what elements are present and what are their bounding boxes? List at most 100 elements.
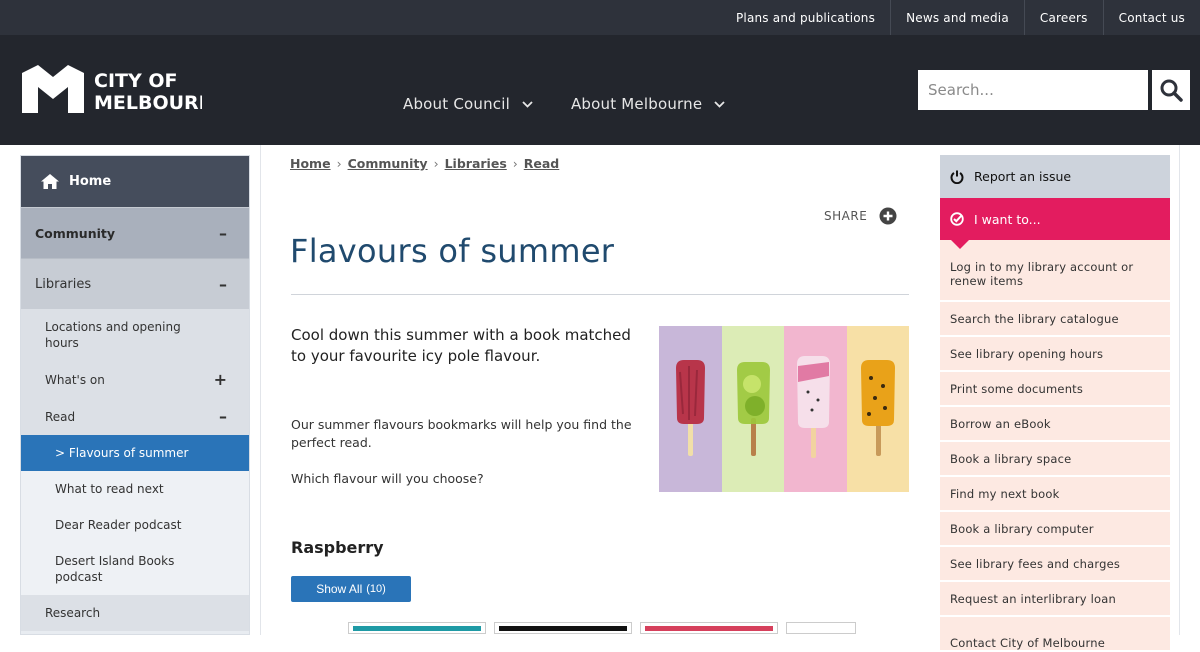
breadcrumb-separator: ›: [336, 156, 342, 171]
share-button[interactable]: SHARE: [824, 207, 897, 225]
icy-pole-panel-yellow: [846, 326, 909, 492]
breadcrumb-separator: ›: [512, 156, 518, 171]
show-all-count: (10): [366, 583, 386, 595]
site-header: CITY OF MELBOURNE About Council About Me…: [0, 35, 1200, 145]
report-issue-button[interactable]: Report an issue: [940, 155, 1170, 198]
link-search-catalogue[interactable]: Search the library catalogue: [940, 302, 1170, 337]
link-book-computer[interactable]: Book a library computer: [940, 512, 1170, 547]
chevron-down-icon: [714, 100, 725, 108]
body-text: Our summer flavours bookmarks will help …: [291, 416, 641, 506]
icy-pole-raspberry-icon: [676, 360, 705, 456]
search-button[interactable]: [1152, 70, 1190, 110]
breadcrumb-community[interactable]: Community: [348, 156, 428, 171]
sidebar-item-label: Read: [45, 409, 76, 424]
nav-about-melbourne-label: About Melbourne: [570, 95, 703, 113]
book-cover[interactable]: [786, 622, 856, 634]
sidebar-item-whats-on[interactable]: What's on +: [21, 361, 249, 398]
nav-about-melbourne[interactable]: About Melbourne: [571, 95, 725, 113]
logo-text-line2: MELBOURNE: [94, 92, 202, 114]
chevron-down-icon: [522, 100, 533, 108]
icy-pole-panel-green: [721, 326, 784, 492]
link-print-documents[interactable]: Print some documents: [940, 372, 1170, 407]
sidebar-item-read[interactable]: Read –: [21, 398, 249, 435]
plus-circle-icon: [879, 207, 897, 225]
utility-bar: Plans and publications News and media Ca…: [0, 0, 1200, 35]
sidebar-item-dear-reader[interactable]: Dear Reader podcast: [21, 507, 249, 543]
collapse-icon[interactable]: –: [219, 275, 227, 294]
sidebar-item-label: Locations and opening hours: [45, 320, 181, 350]
city-of-melbourne-logo[interactable]: CITY OF MELBOURNE: [22, 65, 202, 115]
search-input[interactable]: [918, 70, 1148, 110]
utility-link-careers[interactable]: Careers: [1023, 0, 1103, 35]
link-interlibrary-loan[interactable]: Request an interlibrary loan: [940, 582, 1170, 617]
title-divider: [291, 294, 909, 295]
icy-pole-panel-purple: [659, 326, 722, 492]
breadcrumb-read[interactable]: Read: [524, 156, 560, 171]
sidebar-item-label: What's on: [45, 372, 105, 387]
link-contact-city[interactable]: Contact City of Melbourne: [940, 617, 1170, 652]
show-all-button[interactable]: Show All (10): [291, 576, 411, 602]
icy-pole-passionfruit-icon: [860, 360, 895, 456]
breadcrumb: Home › Community › Libraries › Read: [290, 156, 559, 171]
utility-nav: Plans and publications News and media Ca…: [721, 0, 1200, 35]
icy-pole-panel-pink: [784, 326, 847, 492]
sidebar-item-home-label: Home: [69, 174, 112, 189]
sidebar-item-label: > Flavours of summer: [55, 446, 189, 460]
link-borrow-ebook[interactable]: Borrow an eBook: [940, 407, 1170, 442]
body-paragraph: Our summer flavours bookmarks will help …: [291, 417, 632, 450]
link-find-next-book[interactable]: Find my next book: [940, 477, 1170, 512]
search-icon: [1160, 79, 1183, 102]
sidebar-item-research[interactable]: Research: [21, 595, 249, 631]
sidebar-item-libraries[interactable]: Libraries –: [21, 258, 249, 309]
i-want-to-label: I want to...: [974, 211, 1041, 227]
sidebar-item-flavours-of-summer[interactable]: > Flavours of summer: [21, 435, 249, 471]
section-heading: Raspberry: [291, 538, 384, 557]
breadcrumb-libraries[interactable]: Libraries: [445, 156, 507, 171]
sidebar-item-what-to-read-next[interactable]: What to read next: [21, 471, 249, 507]
icy-poles-image: [659, 326, 909, 492]
logo-text-line1: CITY OF: [94, 70, 177, 92]
i-want-to-pointer: [951, 240, 969, 249]
utility-link-plans[interactable]: Plans and publications: [721, 0, 890, 35]
link-fees-charges[interactable]: See library fees and charges: [940, 547, 1170, 582]
i-want-to-links: Log in to my library account or renew it…: [940, 240, 1170, 652]
section-sidebar: Home Community – Libraries – Locations a…: [20, 155, 250, 635]
body-paragraph: Which flavour will you choose?: [291, 471, 484, 486]
sidebar-item-label: Dear Reader podcast: [55, 518, 182, 532]
expand-icon[interactable]: +: [214, 371, 227, 388]
nav-about-council-label: About Council: [403, 95, 510, 113]
power-icon: [950, 170, 964, 184]
sidebar-item-locations[interactable]: Locations and opening hours: [21, 309, 249, 361]
link-opening-hours[interactable]: See library opening hours: [940, 337, 1170, 372]
page-title: Flavours of summer: [290, 232, 615, 270]
check-circle-icon: [950, 212, 964, 226]
report-issue-label: Report an issue: [974, 169, 1072, 184]
book-cover[interactable]: [494, 622, 632, 634]
nav-about-council[interactable]: About Council: [403, 95, 533, 113]
book-cover[interactable]: [348, 622, 486, 634]
sidebar-item-desert-island[interactable]: Desert Island Books podcast: [21, 543, 249, 595]
book-cover[interactable]: [640, 622, 778, 634]
link-library-account[interactable]: Log in to my library account or renew it…: [940, 240, 1170, 302]
utility-link-news[interactable]: News and media: [890, 0, 1024, 35]
breadcrumb-separator: ›: [433, 156, 439, 171]
share-label: SHARE: [824, 209, 868, 223]
icy-pole-lime-icon: [736, 362, 770, 456]
main-nav: About Council About Melbourne: [403, 95, 763, 113]
collapse-icon[interactable]: –: [219, 408, 227, 425]
sidebar-item-community[interactable]: Community –: [21, 207, 249, 258]
breadcrumb-home[interactable]: Home: [290, 156, 331, 171]
content-divider: [260, 145, 261, 635]
collapse-icon[interactable]: –: [219, 224, 227, 243]
i-want-to-header[interactable]: I want to...: [940, 198, 1170, 240]
icy-pole-dragonfruit-icon: [797, 356, 830, 458]
sidebar-item-label: What to read next: [55, 482, 164, 496]
sidebar-item-home[interactable]: Home: [21, 156, 249, 207]
sidebar-item-label: Libraries: [35, 276, 92, 292]
home-icon: [41, 174, 59, 189]
utility-link-contact[interactable]: Contact us: [1102, 0, 1200, 35]
link-book-space[interactable]: Book a library space: [940, 442, 1170, 477]
content-divider: [1179, 145, 1180, 635]
show-all-label: Show All: [316, 582, 363, 596]
sidebar-item-label: Desert Island Books podcast: [55, 554, 175, 584]
